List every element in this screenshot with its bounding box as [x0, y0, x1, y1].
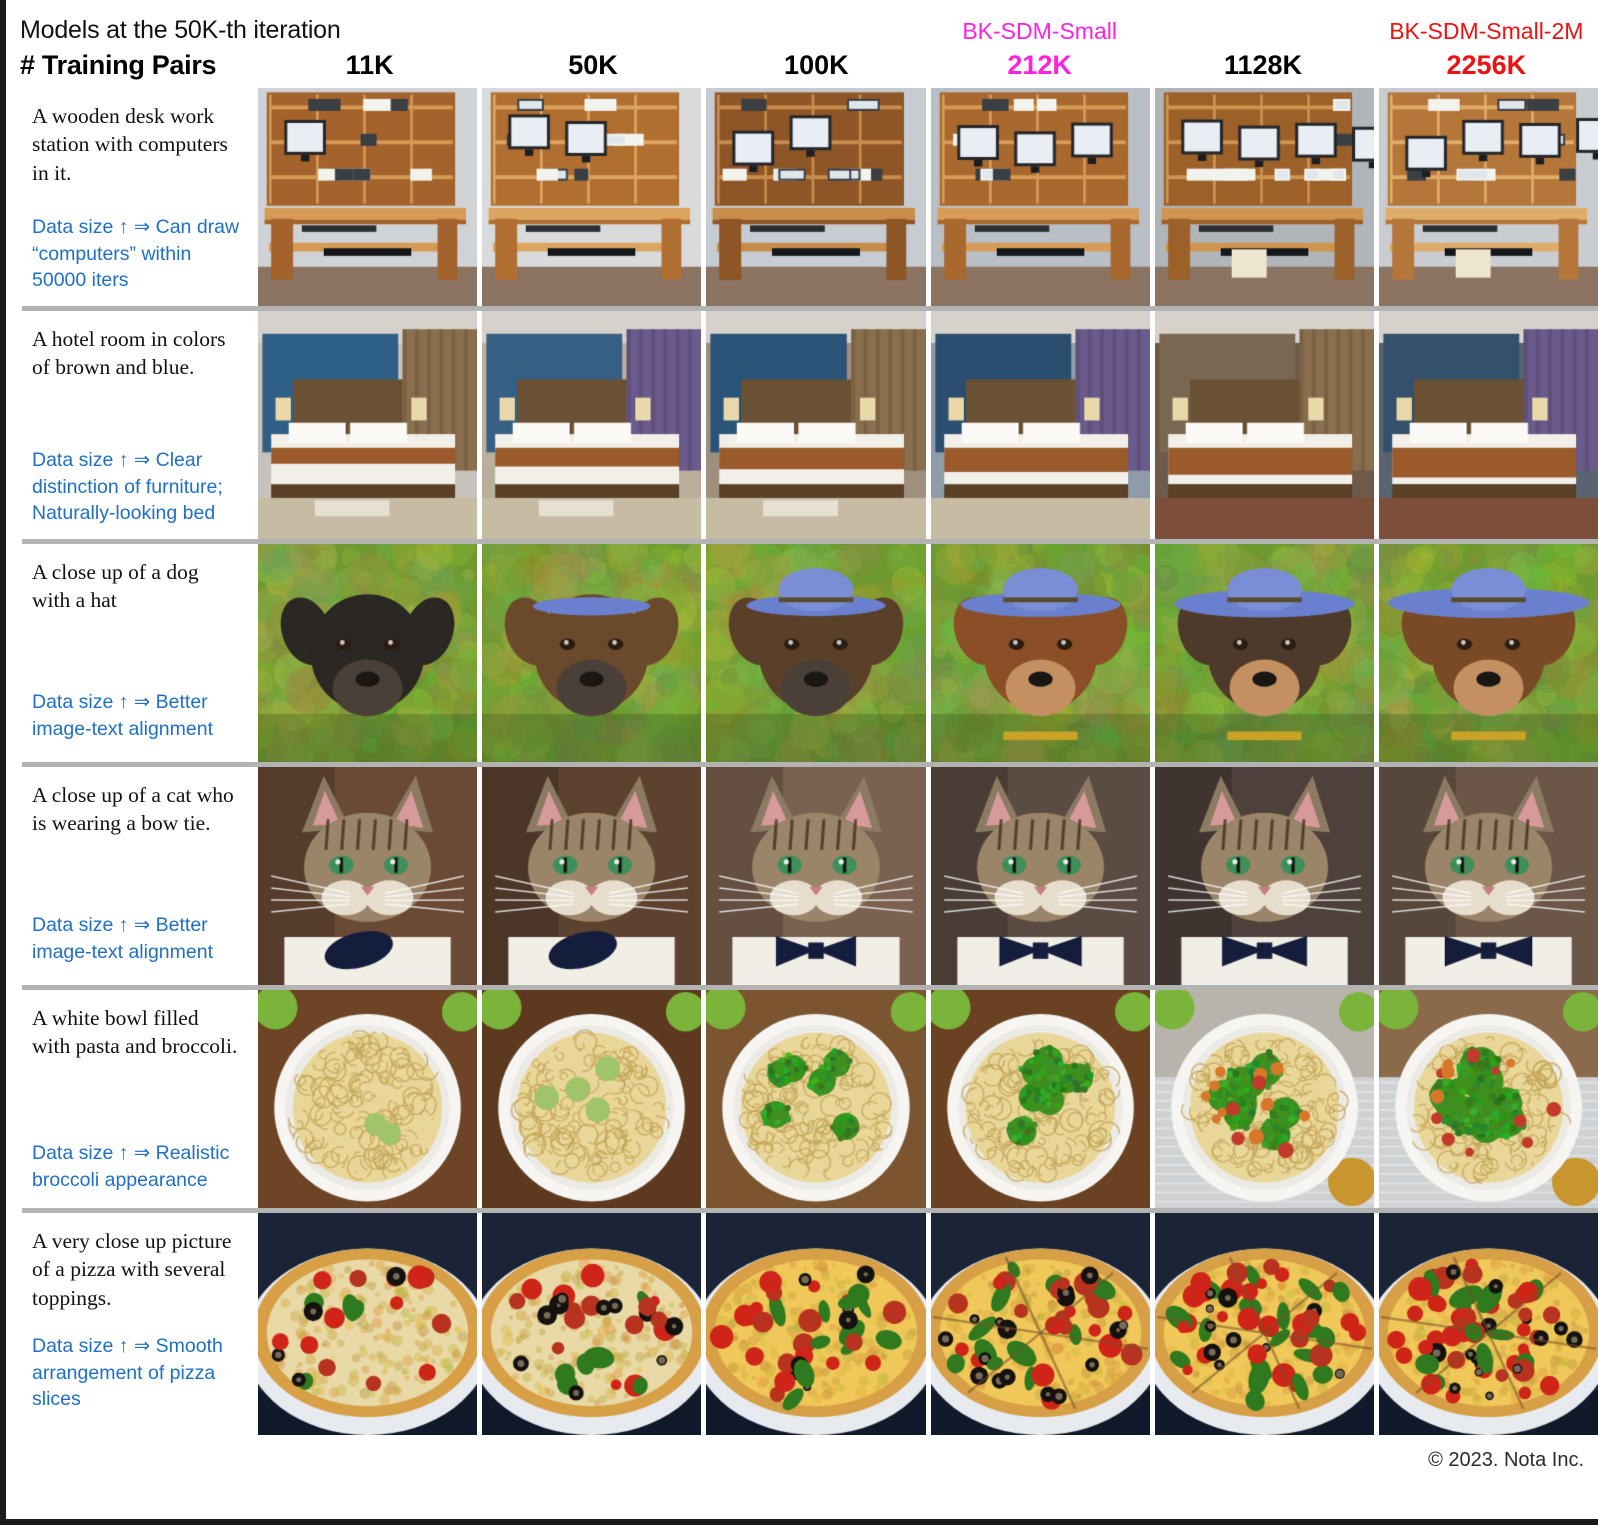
row-caption: A close up of a dog with a hat Data size …: [6, 544, 258, 762]
generated-image: [706, 990, 926, 1208]
slide-sheet: Models at the 50K-th iteration # Trainin…: [6, 0, 1598, 1519]
frame-left-border: [0, 0, 6, 1525]
comparison-row: A very close up picture of a pizza with …: [6, 1213, 1598, 1435]
comparison-row: A hotel room in colors of brown and blue…: [6, 311, 1598, 539]
generated-image: [482, 990, 702, 1208]
generated-image: [1378, 1213, 1598, 1435]
generated-image: [930, 1213, 1150, 1435]
generated-image: [482, 544, 702, 762]
generated-image: [1154, 311, 1374, 539]
generated-image: [258, 990, 478, 1208]
column-model-name: BK-SDM-Small-2M: [1389, 18, 1584, 44]
generated-image-strip: [258, 544, 1598, 762]
footer: © 2023. Nota Inc.: [6, 1435, 1598, 1485]
comparison-row: A wooden desk work station with computer…: [6, 88, 1598, 306]
copyright-text: © 2023. Nota Inc.: [1428, 1449, 1584, 1471]
generated-image-strip: [258, 88, 1598, 306]
generated-image: [930, 88, 1150, 306]
generated-image: [258, 1213, 478, 1435]
generated-image: [1378, 88, 1598, 306]
header: Models at the 50K-th iteration # Trainin…: [6, 0, 1598, 88]
column-pair-count: 11K: [345, 50, 394, 80]
column-pair-count: 2256K: [1446, 50, 1527, 80]
prompt-text: A close up of a cat who is wearing a bow…: [32, 783, 234, 836]
column-header-4: BK-SDM-Small 212K: [928, 0, 1151, 88]
generated-image-strip: [258, 990, 1598, 1208]
generated-image: [482, 88, 702, 306]
generated-image: [1154, 1213, 1374, 1435]
column-pair-count: 1128K: [1223, 50, 1303, 80]
column-header-1: 11K: [258, 0, 481, 88]
generated-image: [930, 311, 1150, 539]
generated-image: [930, 990, 1150, 1208]
column-headers: 11K 50K 100K BK-SDM-Small 212K 1128K BK-SDM-Sm…: [258, 0, 1598, 88]
prompt-text: A wooden desk work station with computer…: [32, 104, 228, 185]
generated-image-strip: [258, 311, 1598, 539]
comparison-row: A close up of a cat who is wearing a bow…: [6, 767, 1598, 985]
generated-image: [482, 311, 702, 539]
generated-image: [930, 544, 1150, 762]
observation-note: Data size ↑ ⇒ Can draw “computers” withi…: [32, 216, 240, 292]
comparison-row: A close up of a dog with a hat Data size …: [6, 544, 1598, 762]
column-header-6: BK-SDM-Small-2M 2256K: [1375, 0, 1598, 88]
row-caption: A close up of a cat who is wearing a bow…: [6, 767, 258, 985]
generated-image: [1154, 544, 1374, 762]
generated-image: [706, 88, 926, 306]
comparison-grid: A wooden desk work station with computer…: [6, 88, 1598, 1435]
generated-image: [1378, 311, 1598, 539]
generated-image: [482, 767, 702, 985]
frame-bottom-border: [0, 1519, 1598, 1525]
generated-image: [258, 767, 478, 985]
comparison-row: A white bowl filled with pasta and brocc…: [6, 990, 1598, 1208]
column-pair-count: 212K: [1007, 50, 1072, 80]
generated-image: [1154, 767, 1374, 985]
prompt-text: A very close up picture of a pizza with …: [32, 1229, 232, 1310]
generated-image: [1378, 990, 1598, 1208]
observation-note: Data size ↑ ⇒ Clear distinction of furni…: [32, 449, 223, 525]
observation-note: Data size ↑ ⇒ Realistic broccoli appeara…: [32, 1142, 230, 1191]
generated-image-strip: [258, 1213, 1598, 1435]
generated-image: [706, 544, 926, 762]
row-caption: A white bowl filled with pasta and brocc…: [6, 990, 258, 1208]
column-header-5: 1128K: [1151, 0, 1374, 88]
prompt-text: A hotel room in colors of brown and blue…: [32, 327, 226, 380]
column-header-2: 50K: [481, 0, 704, 88]
observation-note: Data size ↑ ⇒ Smooth arrangement of pizz…: [32, 1335, 223, 1411]
observation-note: Data size ↑ ⇒ Better image-text alignmen…: [32, 914, 214, 963]
generated-image: [258, 88, 478, 306]
generated-image: [258, 544, 478, 762]
prompt-text: A white bowl filled with pasta and brocc…: [32, 1006, 238, 1059]
generated-image: [1154, 990, 1374, 1208]
generated-image: [1378, 544, 1598, 762]
column-pair-count: 50K: [568, 50, 618, 80]
generated-image: [1378, 767, 1598, 985]
column-pair-count: 100K: [784, 50, 849, 80]
column-header-3: 100K: [705, 0, 928, 88]
generated-image: [706, 311, 926, 539]
generated-image: [482, 1213, 702, 1435]
generated-image-strip: [258, 767, 1598, 985]
generated-image: [706, 1213, 926, 1435]
generated-image: [706, 767, 926, 985]
training-pairs-label: # Training Pairs: [20, 50, 217, 80]
column-model-name: BK-SDM-Small: [962, 18, 1117, 44]
row-caption: A wooden desk work station with computer…: [6, 88, 258, 306]
observation-note: Data size ↑ ⇒ Better image-text alignmen…: [32, 691, 214, 740]
generated-image: [930, 767, 1150, 985]
generated-image: [1154, 88, 1374, 306]
row-caption: A hotel room in colors of brown and blue…: [6, 311, 258, 539]
prompt-text: A close up of a dog with a hat: [32, 560, 199, 613]
generated-image: [258, 311, 478, 539]
row-caption: A very close up picture of a pizza with …: [6, 1213, 258, 1435]
